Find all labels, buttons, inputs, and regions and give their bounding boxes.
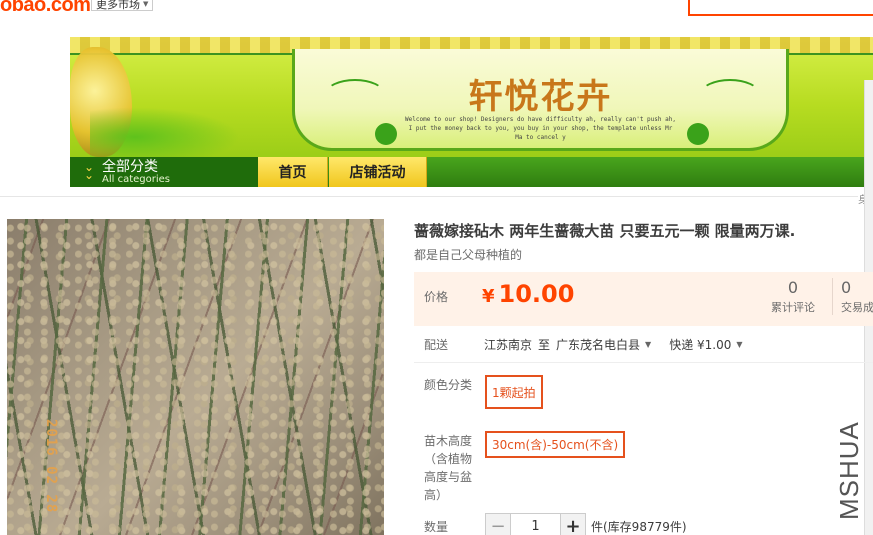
shipping-label: 配送 <box>424 338 449 352</box>
photo-date-stamp: 2016 02 28 <box>43 419 59 514</box>
shipping-method-label: 快递 ¥1.00 <box>669 338 732 352</box>
chevron-down-icon: ▼ <box>736 340 743 349</box>
photo-litter <box>7 219 384 535</box>
quantity-stepper: − + 件(库存98779件) <box>485 513 687 535</box>
shop-name-panel: 轩悦花卉 Welcome to our shop! Designers do h… <box>292 49 789 151</box>
reviews-count: 0 <box>787 278 799 297</box>
chevron-down-icon: ▼ <box>645 340 652 349</box>
height-option-label: 苗木高度（含植物高度与盆高） <box>424 434 473 502</box>
quantity-label: 数量 <box>424 520 449 534</box>
search-input[interactable] <box>688 0 873 16</box>
price-value: 10.00 <box>498 280 575 308</box>
all-categories-sublabel: All categories <box>102 173 170 185</box>
color-option-label: 颜色分类 <box>424 378 473 392</box>
market-dropdown-label: 更多市场 <box>96 0 140 11</box>
destination-label: 广东茂名电白县 <box>556 338 641 352</box>
shop-tagline: Welcome to our shop! Designers do have d… <box>405 116 676 141</box>
divider <box>414 362 873 363</box>
shipping-method-dropdown[interactable]: 快递 ¥1.00 ▼ <box>669 336 742 353</box>
double-chevron-down-icon: ⌄ ⌄ <box>84 160 95 182</box>
currency-symbol: ¥ <box>482 286 495 307</box>
product-photo[interactable]: 2016 02 28 <box>7 219 384 535</box>
clover-icon <box>375 123 397 145</box>
price-panel: 价格 ¥ 10.00 0 累计评论 0 交易成 <box>414 272 873 326</box>
divider <box>0 196 858 197</box>
shop-nav: ⌄ ⌄ 全部分类 All categories 首页 店铺活动 <box>70 157 873 187</box>
destination-dropdown[interactable]: 广东茂名电白县 ▼ <box>556 336 651 353</box>
market-dropdown[interactable]: 更多市场 ▼ <box>91 0 154 11</box>
all-categories-label: 全部分类 <box>102 158 158 175</box>
reviews-label: 累计评论 <box>771 301 815 314</box>
reviews-stat[interactable]: 0 累计评论 <box>766 278 820 315</box>
product-title: 蔷薇嫁接砧木 两年生蔷薇大苗 只要五元一颗 限量两万课. <box>414 222 796 240</box>
tab-shop-activities[interactable]: 店铺活动 <box>329 157 427 187</box>
taobao-logo[interactable]: obao.com <box>0 0 91 17</box>
tab-home[interactable]: 首页 <box>258 157 328 187</box>
ship-from: 江苏南京 <box>484 338 533 352</box>
price-label: 价格 <box>424 290 449 304</box>
ship-to-word: 至 <box>538 338 551 352</box>
all-categories-button[interactable]: ⌄ ⌄ 全部分类 All categories <box>70 157 258 187</box>
watermark: MSHUA <box>834 421 864 520</box>
trades-stat[interactable]: 0 交易成 <box>832 278 873 315</box>
clover-icon <box>687 123 709 145</box>
color-option-button[interactable]: 1颗起拍 <box>485 375 543 409</box>
stock-label: 件(库存98779件) <box>591 519 687 534</box>
quantity-input[interactable] <box>511 513 560 535</box>
product-subtitle: 都是自己父母种植的 <box>414 248 523 262</box>
trades-label: 交易成 <box>841 301 873 314</box>
swirl-decoration <box>700 79 760 109</box>
trades-count: 0 <box>841 278 852 297</box>
price: ¥ 10.00 <box>482 280 574 308</box>
height-option-button[interactable]: 30cm(含)-50cm(不含) <box>485 431 626 458</box>
shipping-row: 江苏南京 至 广东茂名电白县 ▼ 快递 ¥1.00 ▼ <box>484 336 743 353</box>
swirl-decoration <box>325 79 385 109</box>
increase-button[interactable]: + <box>560 513 586 535</box>
decrease-button[interactable]: − <box>485 513 511 535</box>
chevron-down-icon: ▼ <box>143 0 149 8</box>
